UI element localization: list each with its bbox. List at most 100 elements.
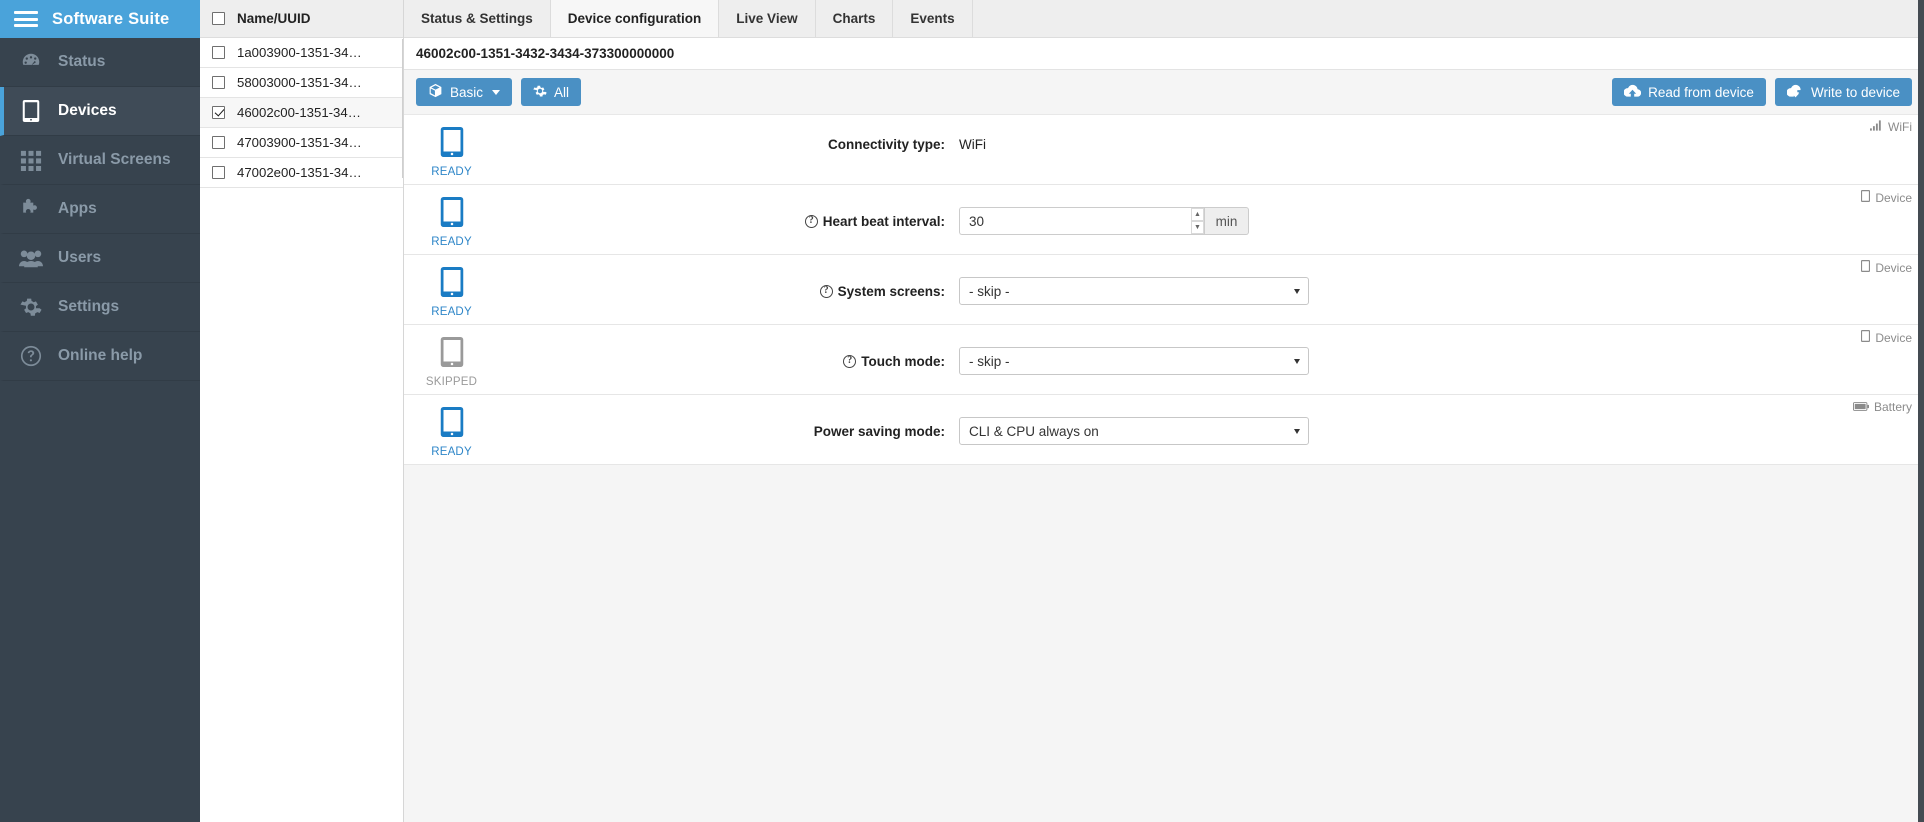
badge-label: Device bbox=[1875, 260, 1912, 275]
device-status-cell: READY bbox=[404, 404, 499, 458]
config-row-connectivity-type: READY Connectivity type: WiFi WiFi bbox=[404, 115, 1924, 185]
spinner-up-icon[interactable]: ▲ bbox=[1191, 208, 1204, 221]
device-status-cell: READY bbox=[404, 194, 499, 248]
tab-label: Device configuration bbox=[567, 11, 702, 26]
basic-dropdown-button[interactable]: Basic bbox=[416, 78, 513, 106]
device-checkbox[interactable] bbox=[212, 106, 225, 119]
device-checkbox[interactable] bbox=[212, 76, 225, 89]
spinner-buttons: ▲ ▼ bbox=[1191, 207, 1205, 235]
power-saving-mode-select[interactable]: CLI & CPU always on bbox=[959, 417, 1309, 445]
page-scrollbar[interactable] bbox=[1918, 0, 1924, 822]
device-label: 1a003900-1351-34… bbox=[237, 45, 362, 60]
sidebar-item-users[interactable]: Users bbox=[0, 234, 200, 283]
brand-header[interactable]: Software Suite bbox=[0, 0, 200, 38]
app-root: Software Suite Status Devices Virtual Sc… bbox=[0, 0, 1924, 822]
tab-label: Charts bbox=[832, 11, 876, 26]
spinner-down-icon[interactable]: ▼ bbox=[1191, 221, 1204, 234]
sidebar-item-settings[interactable]: Settings bbox=[0, 283, 200, 332]
chevron-down-icon bbox=[1294, 358, 1300, 364]
sidebar-item-devices[interactable]: Devices bbox=[0, 87, 200, 136]
chevron-down-icon bbox=[1294, 288, 1300, 294]
config-row-system-screens: READY ? System screens: - skip - Device bbox=[404, 255, 1924, 325]
toolbar-right-group: Read from device Write to device bbox=[1612, 78, 1912, 106]
config-form-area: READY Connectivity type: WiFi WiFi READY… bbox=[404, 115, 1924, 822]
write-to-device-button[interactable]: Write to device bbox=[1774, 78, 1912, 106]
tab-label: Events bbox=[910, 11, 955, 26]
tab-device-configuration[interactable]: Device configuration bbox=[550, 0, 720, 37]
sidebar: Software Suite Status Devices Virtual Sc… bbox=[0, 0, 200, 822]
gear-icon bbox=[18, 296, 44, 318]
device-status-cell: READY bbox=[404, 124, 499, 178]
row-scope-badge: Device bbox=[1861, 260, 1912, 275]
toolbar-left-group: Basic All bbox=[416, 78, 582, 106]
tab-label: Status & Settings bbox=[421, 11, 533, 26]
chevron-down-icon bbox=[492, 89, 501, 95]
field-label: Power saving mode: bbox=[499, 424, 959, 439]
device-checkbox[interactable] bbox=[212, 136, 225, 149]
row-scope-badge: WiFi bbox=[1870, 120, 1912, 134]
system-screens-select[interactable]: - skip - bbox=[959, 277, 1309, 305]
badge-label: Battery bbox=[1873, 400, 1912, 414]
select-all-checkbox[interactable] bbox=[212, 12, 225, 25]
tab-status-settings[interactable]: Status & Settings bbox=[404, 0, 551, 37]
cube-icon bbox=[428, 83, 443, 101]
main-panel: Status & Settings Device configuration L… bbox=[404, 0, 1924, 822]
gear-icon bbox=[533, 84, 547, 101]
label-text: System screens: bbox=[837, 283, 945, 299]
sidebar-item-label: Virtual Screens bbox=[58, 151, 171, 168]
device-list-item[interactable]: 47002e00-1351-34… bbox=[200, 158, 403, 188]
touch-mode-select[interactable]: - skip - bbox=[959, 347, 1309, 375]
field-connectivity-type: Connectivity type: WiFi bbox=[499, 124, 1924, 152]
help-icon[interactable]: ? bbox=[819, 284, 833, 298]
sidebar-item-label: Status bbox=[58, 53, 106, 70]
help-icon[interactable]: ? bbox=[843, 354, 857, 368]
sidebar-item-apps[interactable]: Apps bbox=[0, 185, 200, 234]
tab-live-view[interactable]: Live View bbox=[719, 0, 816, 37]
device-list-item[interactable]: 47003900-1351-34… bbox=[200, 128, 403, 158]
basic-label: Basic bbox=[450, 84, 484, 100]
device-list-scrollbar[interactable] bbox=[402, 39, 403, 178]
tab-events[interactable]: Events bbox=[893, 0, 973, 37]
field-label: ? System screens: bbox=[499, 284, 959, 299]
puzzle-icon bbox=[18, 198, 44, 220]
brand-title: Software Suite bbox=[52, 9, 170, 28]
device-list-item-selected[interactable]: 46002c00-1351-34… bbox=[200, 98, 403, 128]
all-button[interactable]: All bbox=[521, 78, 582, 106]
label-text: Connectivity type: bbox=[827, 137, 945, 152]
device-state-label: SKIPPED bbox=[425, 376, 478, 388]
heart-beat-interval-input[interactable]: 30 bbox=[959, 207, 1191, 235]
selected-option: - skip - bbox=[969, 283, 1010, 299]
sidebar-item-online-help[interactable]: Online help bbox=[0, 332, 200, 381]
read-label: Read from device bbox=[1648, 84, 1754, 100]
tablet-icon bbox=[440, 127, 464, 162]
field-heart-beat-interval: ? Heart beat interval: 30 ▲ ▼ min bbox=[499, 194, 1924, 235]
label-text: Power saving mode: bbox=[813, 423, 945, 439]
device-list-item[interactable]: 1a003900-1351-34… bbox=[200, 38, 403, 68]
device-list-item[interactable]: 58003000-1351-34… bbox=[200, 68, 403, 98]
device-checkbox[interactable] bbox=[212, 46, 225, 59]
write-label: Write to device bbox=[1810, 84, 1900, 100]
field-label: ? Heart beat interval: bbox=[499, 214, 959, 229]
read-from-device-button[interactable]: Read from device bbox=[1612, 78, 1766, 106]
users-icon bbox=[18, 247, 44, 269]
device-label: 47002e00-1351-34… bbox=[237, 165, 362, 180]
hamburger-icon[interactable] bbox=[14, 11, 38, 27]
device-status-cell: READY bbox=[404, 264, 499, 318]
device-state-label: READY bbox=[431, 166, 472, 178]
label-text: Heart beat interval: bbox=[822, 213, 945, 229]
device-state-label: READY bbox=[431, 306, 472, 318]
help-icon[interactable]: ? bbox=[804, 214, 818, 228]
tablet-icon bbox=[1861, 190, 1871, 205]
grid-icon bbox=[18, 149, 44, 171]
tab-charts[interactable]: Charts bbox=[816, 0, 894, 37]
field-touch-mode: ? Touch mode: - skip - bbox=[499, 334, 1924, 375]
device-checkbox[interactable] bbox=[212, 166, 225, 179]
sidebar-item-virtual-screens[interactable]: Virtual Screens bbox=[0, 136, 200, 185]
device-list-panel: Name/UUID 1a003900-1351-34… 58003000-135… bbox=[200, 0, 404, 822]
badge-label: WiFi bbox=[1888, 120, 1912, 134]
heart-beat-unit-addon: min bbox=[1205, 207, 1249, 235]
selected-device-uuid-bar: 46002c00-1351-3432-3434-373300000000 bbox=[404, 38, 1924, 70]
device-status-cell: SKIPPED bbox=[404, 334, 499, 388]
sidebar-item-status[interactable]: Status bbox=[0, 38, 200, 87]
heart-beat-interval-control: 30 ▲ ▼ min bbox=[959, 207, 1249, 235]
